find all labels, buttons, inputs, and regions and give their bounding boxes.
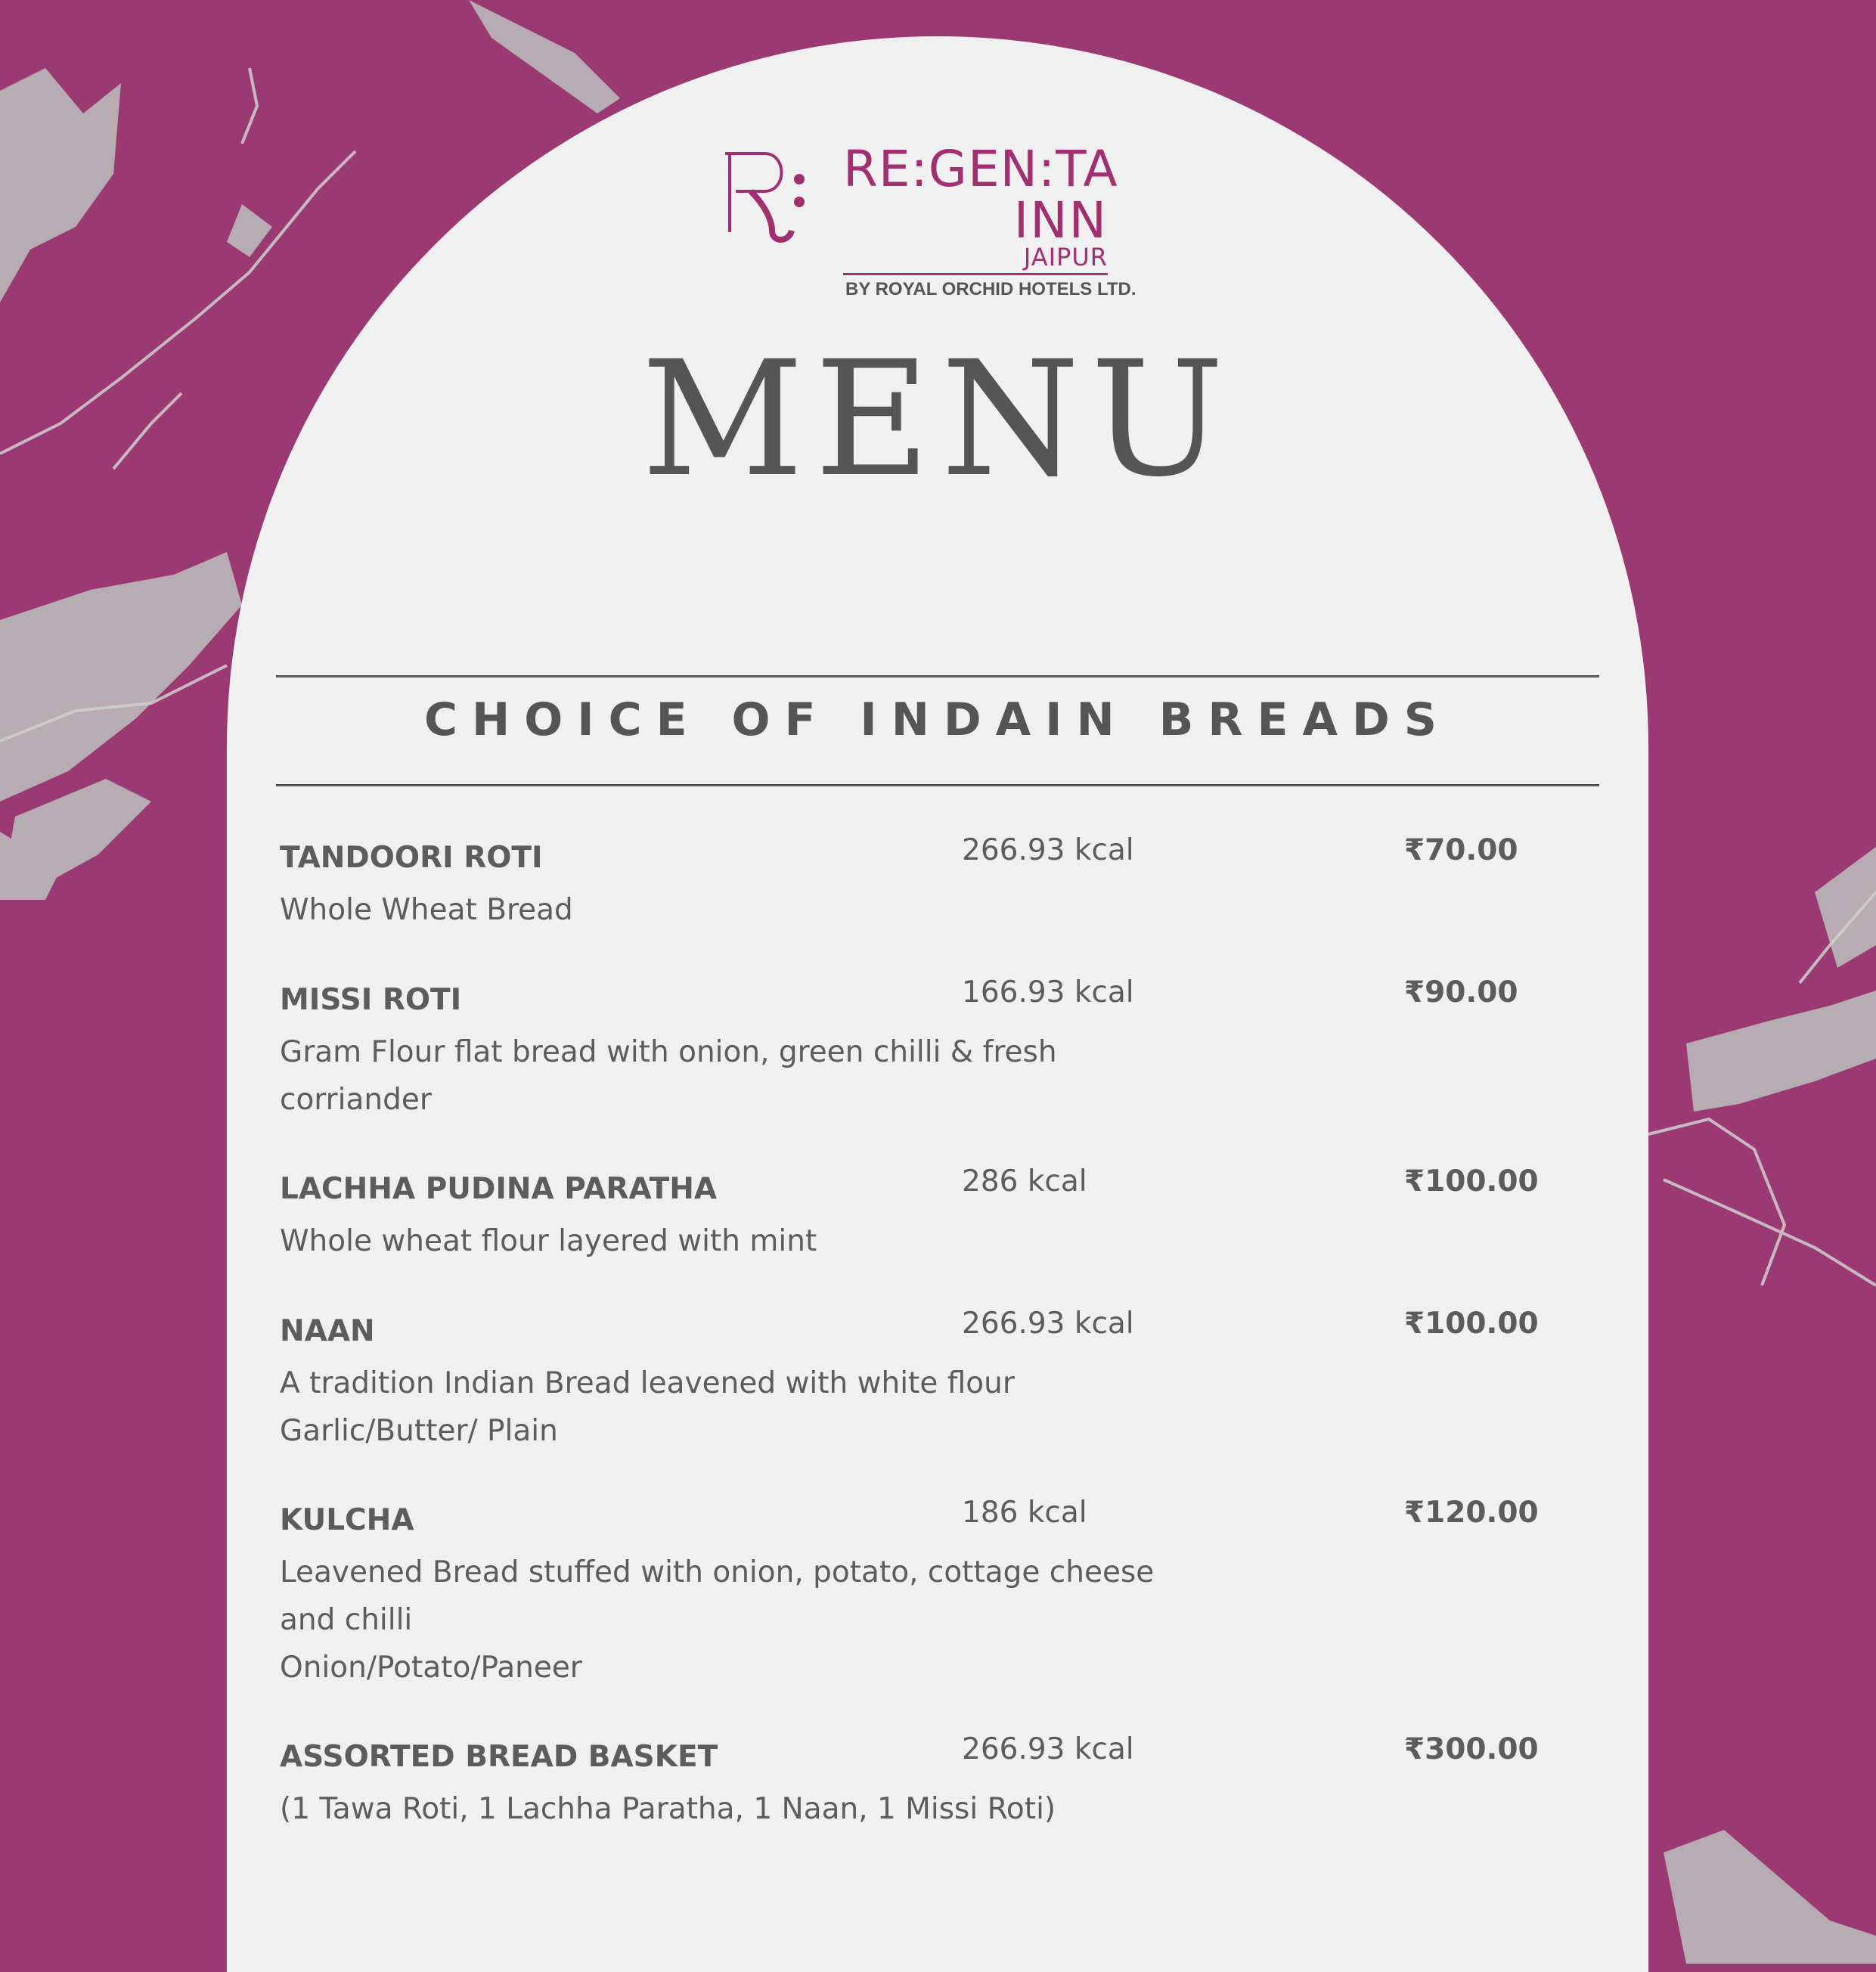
item-calories: 186 kcal [962,1496,1087,1530]
item-calories: 266.93 kcal [962,833,1134,867]
item-name: TANDOORI ROTI [280,841,543,875]
item-calories: 166.93 kcal [962,975,1134,1009]
item-name: MISSI ROTI [280,983,462,1017]
item-name: NAAN [280,1314,375,1348]
brand-tagline: BY ROYAL ORCHID HOTELS LTD. [845,279,1136,299]
item-description: A tradition Indian Bread leavened with w… [280,1366,1015,1448]
section-bottom-divider [276,784,1599,786]
page-title: MENU [640,327,1236,512]
item-name: KULCHA [280,1503,414,1537]
item-price: ₹100.00 [1404,1307,1539,1341]
item-price: ₹90.00 [1404,975,1518,1009]
item-description: Whole wheat flour layered with mint [280,1224,817,1258]
item-description: Gram Flour flat bread with onion, green … [280,1035,1057,1117]
item-calories: 266.93 kcal [962,1732,1134,1766]
brand-inn: INN [1013,191,1108,250]
item-name: LACHHA PUDINA PARATHA [280,1172,718,1206]
hotel-logo: RE:GEN:TA INN JAIPUR BY ROYAL ORCHID HOT… [722,140,1146,302]
item-price: ₹300.00 [1404,1732,1539,1766]
brand-divider [843,273,1108,275]
item-description: Whole Wheat Bread [280,893,573,927]
item-price: ₹100.00 [1404,1164,1539,1198]
item-price: ₹70.00 [1404,833,1518,867]
item-description: (1 Tawa Roti, 1 Lachha Paratha, 1 Naan, … [280,1792,1056,1826]
item-calories: 286 kcal [962,1164,1087,1198]
brand-name: RE:GEN:TA [843,140,1118,198]
brand-city: JAIPUR [1023,243,1108,271]
item-price: ₹120.00 [1404,1496,1539,1530]
regenta-r-monogram-icon [725,152,805,243]
section-top-divider [276,675,1599,677]
item-description: Leavened Bread stuffed with onion, potat… [280,1555,1155,1685]
item-name: ASSORTED BREAD BASKET [280,1740,718,1774]
section-heading: CHOICE OF INDAIN BREADS [424,693,1451,746]
item-calories: 266.93 kcal [962,1307,1134,1341]
